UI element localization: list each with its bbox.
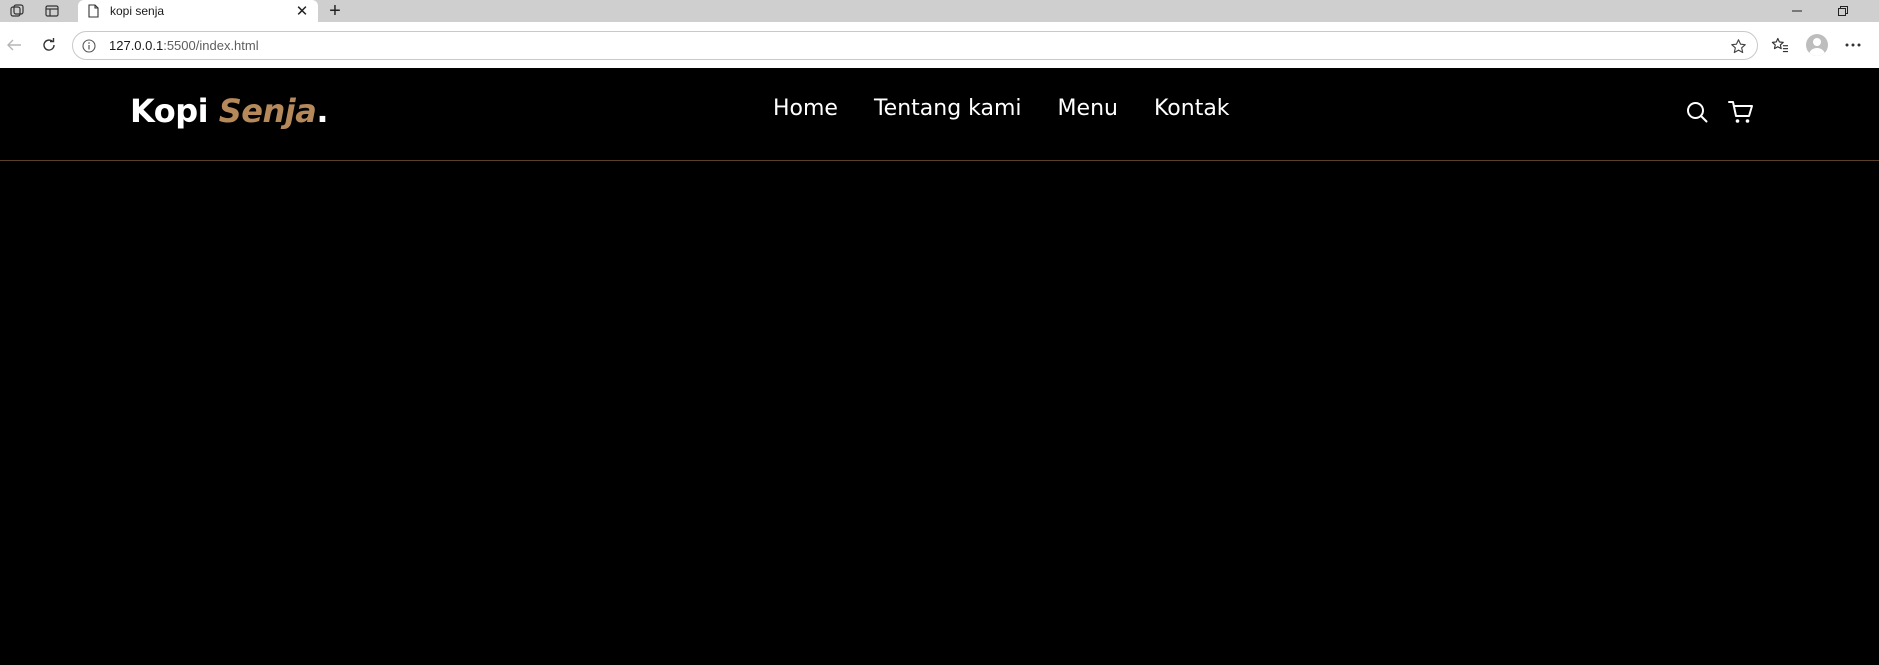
favorites-icon[interactable] [1767, 33, 1793, 57]
avatar [1806, 34, 1828, 56]
tab-title: kopi senja [110, 4, 165, 18]
shopping-cart-icon[interactable] [1727, 98, 1755, 126]
page-content: Kopi Senja. Home Tentang kami Menu Konta… [0, 68, 1879, 665]
search-icon[interactable] [1683, 98, 1711, 126]
nav-link-kontak[interactable]: Kontak [1154, 96, 1230, 121]
browser-tab-strip: kopi senja ✕ + [0, 0, 1879, 22]
site-logo[interactable]: Kopi Senja. [130, 92, 328, 130]
url-text: 127.0.0.1:5500/index.html [109, 38, 259, 53]
nav-link-menu[interactable]: Menu [1058, 96, 1118, 121]
url-path: :5500/index.html [163, 38, 259, 53]
logo-main: Kopi [130, 92, 219, 130]
tab-actions-icon[interactable] [35, 0, 69, 22]
reload-icon[interactable] [37, 33, 61, 57]
close-tab-icon[interactable]: ✕ [292, 1, 312, 21]
browser-toolbar: 127.0.0.1:5500/index.html [0, 22, 1879, 68]
restore-icon[interactable] [1820, 0, 1866, 22]
site-navbar: Kopi Senja. Home Tentang kami Menu Konta… [0, 68, 1879, 161]
page-icon [86, 4, 100, 18]
nav-link-home[interactable]: Home [773, 96, 838, 121]
new-tab-icon[interactable]: + [322, 0, 348, 22]
minimize-icon[interactable] [1774, 0, 1820, 22]
address-bar[interactable]: 127.0.0.1:5500/index.html [72, 31, 1758, 60]
more-menu-icon[interactable] [1840, 33, 1866, 57]
back-icon[interactable] [2, 33, 26, 57]
url-host: 127.0.0.1 [109, 38, 164, 53]
nav-link-tentang-kami[interactable]: Tentang kami [874, 96, 1022, 121]
favorite-star-icon[interactable] [1729, 37, 1747, 55]
profile-icon[interactable] [1804, 33, 1830, 57]
logo-accent: Senja [218, 92, 317, 130]
browser-tab-active[interactable]: kopi senja ✕ [78, 0, 318, 22]
workspaces-icon[interactable] [0, 0, 34, 22]
main-nav: Home Tentang kami Menu Kontak [773, 96, 1230, 121]
logo-dot: . [316, 92, 328, 130]
site-info-icon[interactable] [81, 38, 97, 54]
